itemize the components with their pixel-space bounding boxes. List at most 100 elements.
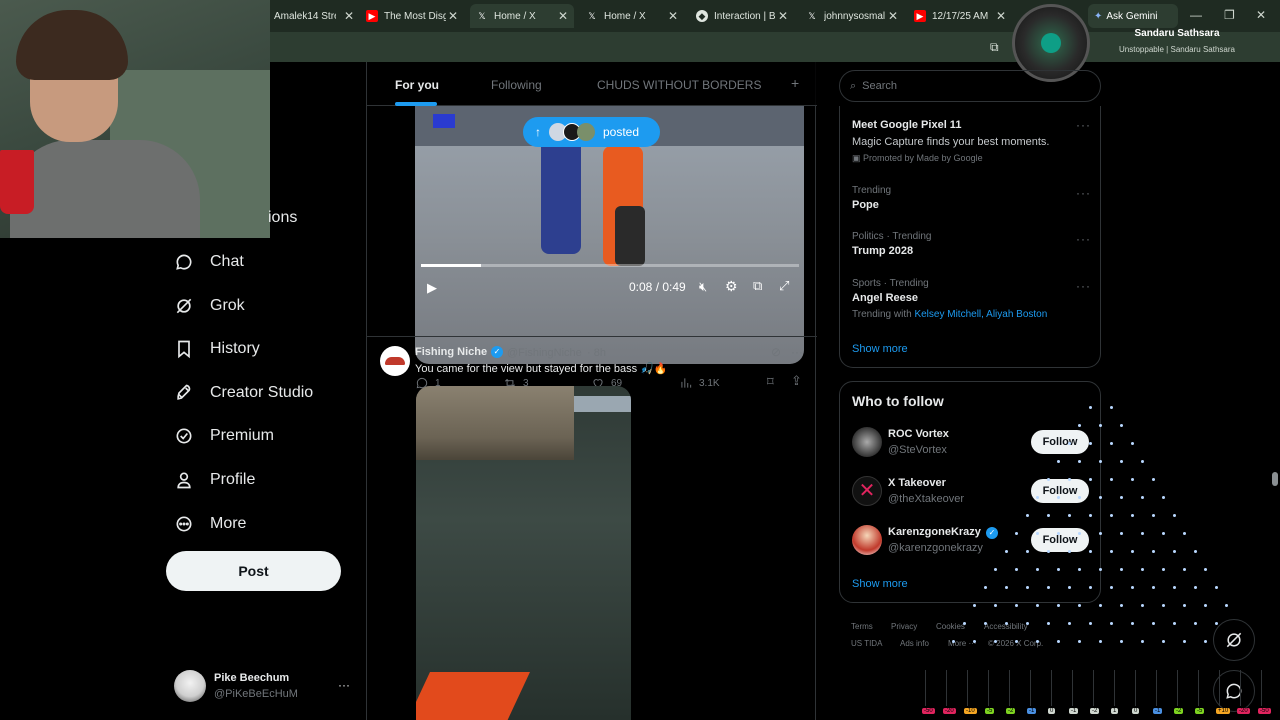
plinko-dot [1120,532,1123,535]
sidebar-item-creator-studio[interactable]: Creator Studio [174,378,313,408]
sidebar-item-profile[interactable]: Profile [174,465,255,495]
browser-tab[interactable]: Amalek14 Stre ✕ [274,4,354,28]
mute-icon[interactable]: 🔇︎ [699,279,707,295]
page-scrollbar[interactable] [1272,472,1278,486]
pip-icon[interactable]: ⧉ [753,278,762,294]
sidebar-item-more[interactable]: More [174,509,246,539]
browser-tab[interactable]: ◆ Interaction | B ✕ [696,4,788,28]
sidebar-item-chat[interactable]: Chat [174,247,244,277]
avatar[interactable]: ✕ [852,476,882,506]
ad-more-icon[interactable]: ··· [1076,118,1091,132]
meter-label: -50 [1258,708,1271,714]
share-icon[interactable]: ⇪ [791,373,802,389]
plinko-dot [1057,568,1060,571]
play-icon[interactable]: ▶ [427,280,437,296]
suggested-user-name[interactable]: KarenzgoneKrazy [888,526,981,538]
post-time[interactable]: · 8h [587,347,606,359]
settings-icon[interactable]: ⚙ [725,278,738,295]
plinko-dot [1099,424,1102,427]
close-icon[interactable]: ✕ [888,9,898,23]
post-media-image[interactable] [416,386,631,720]
plinko-dot [994,604,997,607]
follow-button[interactable]: Follow [1031,479,1089,503]
plinko-dot [1057,496,1060,499]
close-icon[interactable]: ✕ [448,9,458,23]
ad-title[interactable]: Meet Google Pixel 11 [852,119,961,131]
footer-link[interactable]: Ads info [900,639,929,648]
browser-tab-active[interactable]: 𝕏 Home / X ✕ [470,4,574,28]
fullscreen-icon[interactable]: ⤢ [779,278,789,294]
ask-gemini-button[interactable]: ✦ Ask Gemini [1088,4,1178,28]
suggested-user-handle: @theXtakeover [888,493,964,505]
search-input[interactable]: ⌕ Search [839,70,1101,102]
browser-tab[interactable]: ▶ The Most Disg ✕ [366,4,458,28]
post-author-name[interactable]: Fishing Niche [415,346,487,358]
browser-tab[interactable]: 𝕏johnnysosmal ✕ [806,4,898,28]
footer-link[interactable]: Privacy [891,622,917,631]
avatar[interactable] [852,427,882,457]
new-posts-pill[interactable]: ↑ posted [523,117,660,147]
footer-link[interactable]: Cookies [936,622,965,631]
close-icon[interactable]: ✕ [778,9,788,23]
avatar[interactable] [852,525,882,555]
suggested-user-name[interactable]: X Takeover [888,477,946,489]
trend-more-icon[interactable]: ··· [1076,279,1091,293]
footer-link[interactable]: Terms [851,622,873,631]
show-more-follow[interactable]: Show more [852,578,908,590]
plinko-dot [1225,604,1228,607]
close-icon[interactable]: ✕ [344,9,354,23]
red-cup [0,150,34,214]
plinko-dot [1067,478,1071,481]
trend-title[interactable]: Trump 2028 [852,245,913,257]
plinko-dot [1004,622,1008,625]
close-window-icon[interactable]: ✕ [1256,8,1266,22]
plinko-dot [1088,406,1092,409]
footer-link[interactable]: US TIDA [851,639,882,648]
minimize-icon[interactable]: — [1190,8,1202,22]
trend-related-link[interactable]: Kelsey Mitchell, Aliyah Boston [914,309,1047,320]
sidebar-item-premium[interactable]: Premium [174,421,274,451]
close-icon[interactable]: ✕ [558,9,568,23]
sidebar-item-partial[interactable]: ions [268,209,297,227]
plinko-dot [1057,532,1060,535]
plinko-dot [1162,604,1165,607]
add-tab-button[interactable]: + [791,75,799,91]
webcam-person-shirt [10,140,200,238]
account-switcher[interactable]: Pike Beechum @PiKeBeEcHuM ··· [174,670,354,706]
account-name: Pike Beechum [214,672,290,684]
tab-following[interactable]: Following [491,78,542,92]
show-more-trends[interactable]: Show more [852,343,908,355]
views-button[interactable]: 3.1K [679,376,720,390]
avatar[interactable] [380,346,410,376]
view-count: 3.1K [699,377,720,389]
sidebar-item-grok[interactable]: Grok [174,291,245,321]
tab-for-you[interactable]: For you [395,78,439,92]
cast-icon[interactable]: ⧉ [990,40,999,55]
maximize-icon[interactable]: ❐ [1224,8,1235,22]
trend-title[interactable]: Angel Reese [852,292,918,304]
trend-more-icon[interactable]: ··· [1076,186,1091,200]
post-more-button[interactable]: ··· [791,345,803,359]
trend-more-icon[interactable]: ··· [1076,232,1091,246]
close-icon[interactable]: ✕ [668,9,678,23]
tab-title: The Most Disg [384,10,446,22]
follow-button[interactable]: Follow [1031,430,1089,454]
bookmark-icon[interactable]: ⌑ [767,374,774,390]
post-author-handle[interactable]: @FishingNiche [507,347,582,359]
close-icon[interactable]: ✕ [996,9,1006,23]
browser-tab[interactable]: ▶ 12/17/25 AM ✕ [914,4,1006,28]
browser-tab[interactable]: 𝕏 Home / X ✕ [586,4,678,28]
post-button[interactable]: Post [166,551,341,591]
tab-chuds-without-borders[interactable]: CHUDS WITHOUT BORDERS [597,78,761,92]
gemini-label: Ask Gemini [1106,10,1158,22]
video-progress-track[interactable] [421,264,799,267]
suggested-user-name[interactable]: ROC Vortex [888,428,949,440]
grok-icon[interactable]: ⊘ [771,345,781,359]
grok-fab[interactable] [1213,619,1255,661]
trend-title[interactable]: Pope [852,199,879,211]
image-horizon [574,396,631,412]
search-placeholder: Search [862,80,898,92]
sidebar-item-history[interactable]: History [174,334,260,364]
plinko-dot [1046,550,1050,553]
more-dots-icon[interactable]: ··· [338,678,350,692]
